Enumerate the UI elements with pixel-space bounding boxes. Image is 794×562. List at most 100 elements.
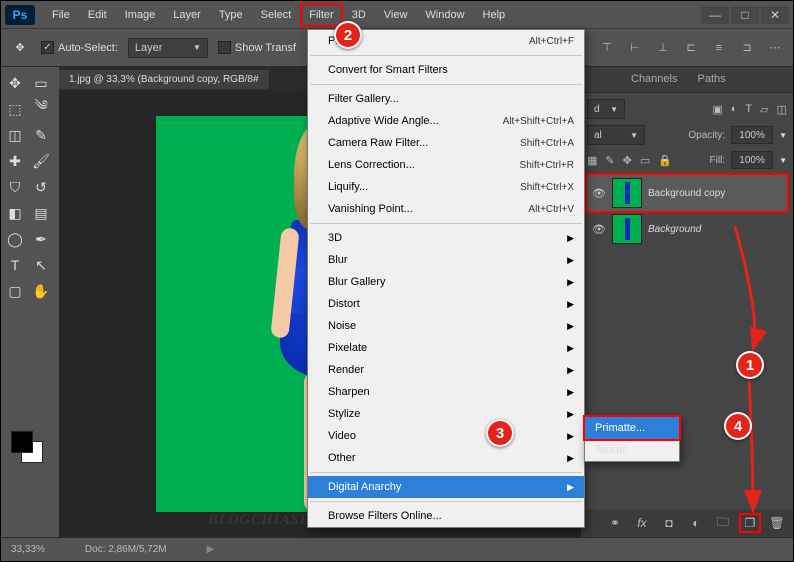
align-hcenter-icon[interactable]: ≡ bbox=[709, 38, 729, 58]
menu-filter[interactable]: Filter bbox=[300, 3, 342, 27]
layer-item[interactable]: 👁 Background bbox=[587, 211, 787, 247]
chevron-down-icon[interactable]: ▼ bbox=[779, 131, 787, 140]
lock-artboard-icon[interactable]: ▭ bbox=[640, 154, 650, 167]
menu-select[interactable]: Select bbox=[252, 3, 301, 27]
tab-channels[interactable]: Channels bbox=[621, 67, 687, 92]
menu-vanishing-point[interactable]: Vanishing Point...Alt+Ctrl+V bbox=[308, 198, 584, 220]
filter-type-icon[interactable]: T bbox=[745, 103, 752, 116]
move-tool[interactable]: ✥ bbox=[3, 71, 27, 95]
stamp-tool[interactable]: ⛉ bbox=[3, 175, 27, 199]
group-icon[interactable]: 🗀 bbox=[715, 513, 731, 534]
layer-thumbnail[interactable] bbox=[612, 178, 642, 208]
gradient-tool[interactable]: ▤ bbox=[29, 201, 53, 225]
menu-adaptive-wide-angle[interactable]: Adaptive Wide Angle...Alt+Shift+Ctrl+A bbox=[308, 110, 584, 132]
fill-value[interactable]: 100% bbox=[731, 151, 773, 169]
menu-liquify[interactable]: Liquify...Shift+Ctrl+X bbox=[308, 176, 584, 198]
show-transform-option[interactable]: ✓ Show Transf bbox=[218, 41, 296, 54]
menu-camera-raw[interactable]: Camera Raw Filter...Shift+Ctrl+A bbox=[308, 132, 584, 154]
brush-tool[interactable]: 🖌 bbox=[29, 149, 53, 173]
filter-adjust-icon[interactable]: ◐ bbox=[731, 103, 738, 116]
menu-pixelate[interactable]: Pixelate▶ bbox=[308, 337, 584, 359]
layer-item[interactable]: 👁 Background copy bbox=[587, 175, 787, 211]
foreground-color-swatch[interactable] bbox=[11, 431, 33, 453]
menu-help[interactable]: Help bbox=[474, 3, 515, 27]
type-tool[interactable]: T bbox=[3, 253, 27, 277]
menu-edit[interactable]: Edit bbox=[79, 3, 116, 27]
menu-layer[interactable]: Layer bbox=[164, 3, 210, 27]
menu-video[interactable]: Video▶ bbox=[308, 425, 584, 447]
new-layer-icon[interactable]: ❐ bbox=[742, 516, 758, 530]
healing-brush-tool[interactable]: ✚ bbox=[3, 149, 27, 173]
menu-convert-smart[interactable]: Convert for Smart Filters bbox=[308, 59, 584, 81]
align-left-icon[interactable]: ⊏ bbox=[681, 38, 701, 58]
menu-lens-correction[interactable]: Lens Correction...Shift+Ctrl+R bbox=[308, 154, 584, 176]
menu-noise[interactable]: Noise▶ bbox=[308, 315, 584, 337]
align-bottom-icon[interactable]: ⊥ bbox=[653, 38, 673, 58]
auto-select-dropdown[interactable]: Layer ▼ bbox=[128, 38, 208, 58]
menu-distort[interactable]: Distort▶ bbox=[308, 293, 584, 315]
mask-icon[interactable]: ◘ bbox=[661, 516, 677, 530]
opacity-value[interactable]: 100% bbox=[731, 126, 773, 144]
fx-icon[interactable]: fx bbox=[634, 516, 650, 530]
blend-mode-dropdown[interactable]: al▼ bbox=[587, 125, 645, 145]
menu-render[interactable]: Render▶ bbox=[308, 359, 584, 381]
menu-sharpen[interactable]: Sharpen▶ bbox=[308, 381, 584, 403]
marquee-tool[interactable]: ⬚ bbox=[3, 97, 27, 121]
menu-filter-gallery[interactable]: Filter Gallery... bbox=[308, 88, 584, 110]
pen-tool[interactable]: ✒ bbox=[29, 227, 53, 251]
filter-smart-icon[interactable]: ◫ bbox=[777, 103, 787, 116]
filter-image-icon[interactable]: ▣ bbox=[712, 103, 722, 116]
submenu-toonit[interactable]: ToonIt!... bbox=[585, 439, 679, 461]
maximize-button[interactable]: □ bbox=[731, 6, 759, 24]
checkbox-icon[interactable]: ✓ bbox=[41, 41, 54, 54]
checkbox-icon[interactable]: ✓ bbox=[218, 41, 231, 54]
align-right-icon[interactable]: ⊐ bbox=[737, 38, 757, 58]
auto-select-option[interactable]: ✓ Auto-Select: bbox=[41, 41, 118, 54]
close-button[interactable]: ✕ bbox=[761, 6, 789, 24]
distribute-icon[interactable]: ⋯ bbox=[765, 38, 785, 58]
menu-view[interactable]: View bbox=[375, 3, 417, 27]
visibility-icon[interactable]: 👁 bbox=[592, 223, 606, 236]
menu-stylize[interactable]: Stylize▶ bbox=[308, 403, 584, 425]
lock-paint-icon[interactable]: ✎ bbox=[605, 154, 614, 167]
layer-thumbnail[interactable] bbox=[612, 214, 642, 244]
visibility-icon[interactable]: 👁 bbox=[592, 187, 606, 200]
chevron-down-icon[interactable]: ▼ bbox=[779, 156, 787, 165]
lock-trans-icon[interactable]: ▦ bbox=[587, 154, 597, 167]
menu-3d[interactable]: 3D▶ bbox=[308, 227, 584, 249]
menu-digital-anarchy[interactable]: Digital Anarchy▶ bbox=[308, 476, 584, 498]
align-top-icon[interactable]: ⊤ bbox=[597, 38, 617, 58]
color-swatches[interactable] bbox=[11, 431, 45, 465]
delete-layer-icon[interactable]: 🗑 bbox=[769, 516, 785, 530]
submenu-primatte[interactable]: Primatte... bbox=[585, 417, 679, 439]
filter-shape-icon[interactable]: ▱ bbox=[760, 103, 768, 116]
menu-type[interactable]: Type bbox=[210, 3, 252, 27]
dodge-tool[interactable]: ◯ bbox=[3, 227, 27, 251]
link-layers-icon[interactable]: ⚭ bbox=[607, 516, 623, 530]
history-brush-tool[interactable]: ↺ bbox=[29, 175, 53, 199]
align-vcenter-icon[interactable]: ⊢ bbox=[625, 38, 645, 58]
menu-other[interactable]: Other▶ bbox=[308, 447, 584, 469]
layer-name[interactable]: Background copy bbox=[648, 188, 725, 199]
tab-paths[interactable]: Paths bbox=[687, 67, 735, 92]
menu-file[interactable]: File bbox=[43, 3, 79, 27]
layer-name[interactable]: Background bbox=[648, 224, 701, 235]
lasso-tool[interactable]: ༄ bbox=[29, 97, 53, 121]
shape-tool[interactable]: ▢ bbox=[3, 279, 27, 303]
zoom-level[interactable]: 33,33% bbox=[11, 544, 45, 555]
hand-tool[interactable]: ✋ bbox=[29, 279, 53, 303]
menu-window[interactable]: Window bbox=[416, 3, 473, 27]
minimize-button[interactable]: — bbox=[701, 6, 729, 24]
menu-image[interactable]: Image bbox=[116, 3, 165, 27]
lock-all-icon[interactable]: 🔒 bbox=[658, 154, 672, 167]
menu-browse-filters[interactable]: Browse Filters Online... bbox=[308, 505, 584, 527]
adjustment-icon[interactable]: ◐ bbox=[688, 516, 704, 530]
eyedropper-tool[interactable]: ✎ bbox=[29, 123, 53, 147]
kind-dropdown[interactable]: d▼ bbox=[587, 99, 625, 119]
crop-tool[interactable]: ◫ bbox=[3, 123, 27, 147]
eraser-tool[interactable]: ◧ bbox=[3, 201, 27, 225]
menu-blur-gallery[interactable]: Blur Gallery▶ bbox=[308, 271, 584, 293]
path-selection-tool[interactable]: ↖ bbox=[29, 253, 53, 277]
document-tab[interactable]: 1.jpg @ 33,3% (Background copy, RGB/8# bbox=[59, 69, 269, 89]
menu-blur[interactable]: Blur▶ bbox=[308, 249, 584, 271]
